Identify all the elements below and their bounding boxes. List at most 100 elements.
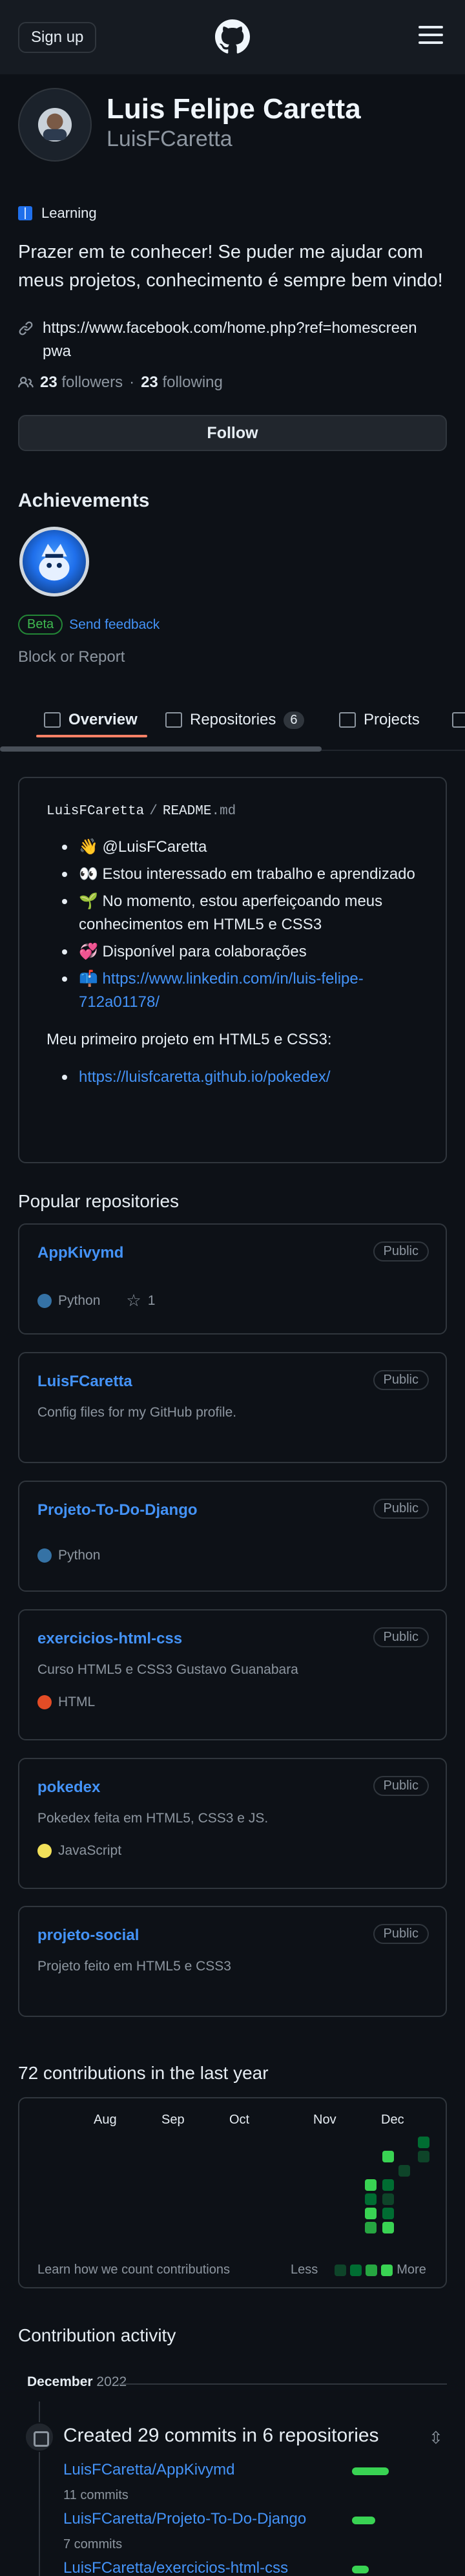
month-divider <box>118 2383 447 2385</box>
repo-name-link[interactable]: Projeto-To-Do-Django <box>37 1501 198 1519</box>
repositories-counter: 6 <box>284 711 304 729</box>
contribution-day[interactable] <box>365 2222 377 2233</box>
table-icon <box>339 712 356 728</box>
activity-repo-link[interactable]: LuisFCaretta/AppKivymd <box>63 2461 234 2479</box>
profile-bio: Prazer em te conhecer! Se puder me ajuda… <box>18 242 443 291</box>
activity-commit-count[interactable]: 7 commits <box>63 2537 122 2552</box>
activity-progress-bar <box>352 2467 389 2475</box>
repo-language: Python <box>58 1548 101 1563</box>
repo-card: AppKivymd Public Python ☆ 1 <box>18 1223 447 1335</box>
status-text: Learning <box>41 205 97 221</box>
repo-name-link[interactable]: exercicios-html-css <box>37 1630 182 1648</box>
commit-icon <box>25 2422 54 2452</box>
repo-icon <box>165 712 182 728</box>
followers-link[interactable]: 23 followers <box>40 374 123 392</box>
activity-heading: Contribution activity <box>18 2325 176 2345</box>
readme-project-link[interactable]: https://luisfcaretta.github.io/pokedex/ <box>46 1066 418 1089</box>
tab-projects[interactable]: Projects <box>339 704 420 735</box>
contribution-day[interactable] <box>382 2222 394 2233</box>
tab-overview[interactable]: Overview <box>44 704 138 735</box>
website-link[interactable]: https://www.facebook.com/home.php?ref=ho… <box>43 317 418 363</box>
menu-icon[interactable] <box>418 26 443 47</box>
profile-name: Luis Felipe Caretta <box>107 93 361 125</box>
contribution-day[interactable] <box>365 2208 377 2219</box>
readme-item: 👋 @LuisFCaretta <box>46 836 418 859</box>
language-color-dot <box>37 1695 52 1709</box>
profile-username: LuisFCaretta <box>107 127 232 151</box>
learn-contributions-link[interactable]: Learn how we count contributions <box>37 2263 230 2277</box>
repo-name-link[interactable]: pokedex <box>37 1779 100 1797</box>
contribution-day[interactable] <box>382 2193 394 2205</box>
calendar-month-label: Oct <box>229 2113 250 2127</box>
people-icon <box>18 376 34 388</box>
link-icon <box>19 321 33 335</box>
contribution-day[interactable] <box>365 2179 377 2191</box>
readme-item: 💞️ Disponível para colaborações <box>46 940 418 964</box>
tabs-scrollbar[interactable] <box>0 746 322 752</box>
language-color-dot <box>37 1293 52 1308</box>
visibility-badge: Public <box>373 1241 429 1262</box>
fold-icon[interactable]: ⇳ <box>429 2428 443 2448</box>
visibility-badge: Public <box>373 1627 429 1647</box>
repo-meta: JavaScript <box>37 1843 121 1859</box>
contribution-day[interactable] <box>418 2137 429 2148</box>
readme-project-text: Meu primeiro projeto em HTML5 e CSS3: <box>46 1031 332 1048</box>
repo-card: exercicios-html-css Public Curso HTML5 e C… <box>18 1609 447 1740</box>
contribution-day[interactable] <box>382 2151 394 2162</box>
contribution-day[interactable] <box>382 2208 394 2219</box>
visibility-badge: Public <box>373 1776 429 1796</box>
repo-name-link[interactable]: projeto-social <box>37 1927 139 1945</box>
achievement-badge-icon[interactable] <box>19 527 89 596</box>
avatar <box>18 88 92 162</box>
repo-card: Projeto-To-Do-Django Public Python <box>18 1481 447 1592</box>
repo-name-link[interactable]: AppKivymd <box>37 1244 123 1262</box>
repo-language: JavaScript <box>58 1843 122 1858</box>
repo-card: pokedex Public Pokedex feita em HTML5, CSS… <box>18 1758 447 1889</box>
calendar-month-label: Sep <box>161 2113 185 2127</box>
repo-name-link[interactable]: LuisFCaretta <box>37 1373 132 1391</box>
following-link[interactable]: 23 following <box>141 374 223 392</box>
legend-cell <box>366 2264 378 2276</box>
star-icon[interactable]: ☆ <box>126 1291 141 1311</box>
visibility-badge: Public <box>373 1499 429 1519</box>
tab-packages-partial[interactable] <box>452 704 465 735</box>
legend-cell <box>381 2264 393 2276</box>
user-status[interactable]: Learning <box>18 205 97 222</box>
popular-repositories-heading: Popular repositories <box>18 1191 180 1211</box>
visibility-badge: Public <box>373 1924 429 1944</box>
contribution-day[interactable] <box>382 2179 394 2191</box>
send-feedback-link[interactable]: Send feedback <box>69 617 160 633</box>
calendar-month-label: Aug <box>94 2113 117 2127</box>
contribution-day[interactable] <box>365 2193 377 2205</box>
repo-description: Pokedex feita em HTML5, CSS3 e JS. <box>37 1811 269 1826</box>
star-count[interactable]: 1 <box>148 1293 156 1309</box>
readme-list: 👋 @LuisFCaretta 👀 Estou interessado em t… <box>46 836 418 1014</box>
calendar-month-label: Dec <box>381 2113 404 2127</box>
tab-repositories[interactable]: Repositories 6 <box>165 704 304 735</box>
activity-progress-bar <box>352 2566 369 2573</box>
contribution-day[interactable] <box>418 2151 429 2162</box>
activity-commit-count[interactable]: 11 commits <box>63 2488 129 2503</box>
contribution-day[interactable] <box>398 2165 410 2177</box>
calendar-month-label: Nov <box>313 2113 336 2127</box>
readme-item: 👀 Estou interessado em trabalho e aprend… <box>46 863 418 886</box>
follow-button[interactable]: Follow <box>18 415 447 451</box>
sign-up-button[interactable]: Sign up <box>18 22 97 53</box>
activity-progress-bar <box>352 2517 375 2524</box>
top-header: Sign up <box>0 0 465 74</box>
book-emoji-icon <box>18 206 32 220</box>
legend-cell <box>350 2264 362 2276</box>
repo-description: Curso HTML5 e CSS3 Gustavo Guanabara <box>37 1662 298 1677</box>
language-color-dot <box>37 1844 52 1858</box>
readme-linkedin-link[interactable]: 📫 https://www.linkedin.com/in/luis-felip… <box>46 967 418 1014</box>
website-row: https://www.facebook.com/home.php?ref=ho… <box>18 317 418 363</box>
github-logo-icon[interactable] <box>215 19 250 54</box>
visibility-badge: Public <box>373 1370 429 1390</box>
block-or-report-link[interactable]: Block or Report <box>18 648 125 666</box>
profile-tabs: Overview Repositories 6 Projects <box>0 692 465 751</box>
calendar-legend: Less More <box>291 2263 426 2277</box>
legend-cell <box>335 2264 347 2276</box>
activity-repo-link[interactable]: LuisFCaretta/Projeto-To-Do-Django <box>63 2510 306 2528</box>
active-tab-indicator <box>36 735 147 737</box>
activity-repo-link[interactable]: LuisFCaretta/exercicios-html-css <box>63 2559 288 2576</box>
